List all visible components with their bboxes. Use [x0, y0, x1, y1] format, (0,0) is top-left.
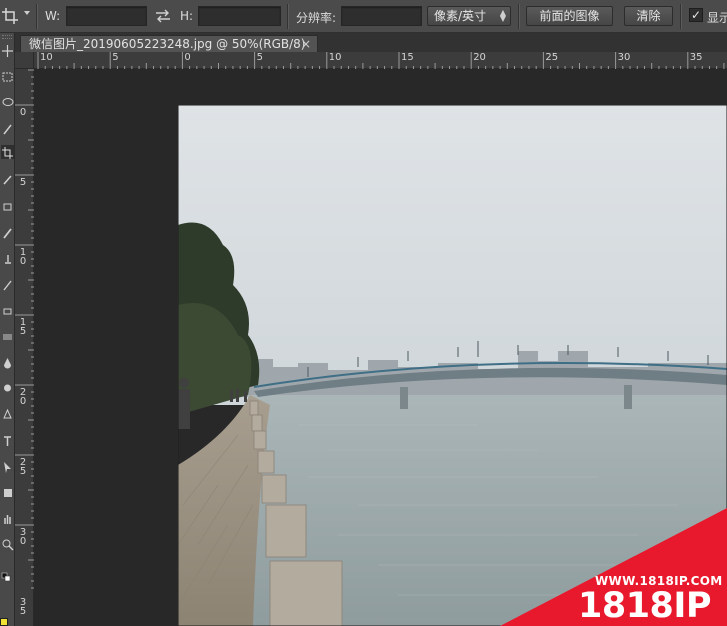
tools-panel — [0, 33, 15, 626]
divider — [36, 4, 37, 29]
show-label: 显示 — [707, 11, 727, 25]
swap-dimensions-icon[interactable] — [154, 8, 172, 24]
ruler-tick-label: 30 — [617, 52, 631, 63]
resolution-unit-value: 像素/英寸 — [434, 9, 487, 23]
horizontal-ruler[interactable]: 10 5 0 5 10 15 20 25 30 35 — [34, 52, 727, 69]
default-colors-icon[interactable] — [1, 571, 14, 585]
ruler-tick-label: 20 — [19, 387, 27, 407]
front-image-button[interactable]: 前面的图像 — [526, 6, 613, 26]
eraser-tool-icon[interactable] — [1, 303, 14, 317]
divider — [518, 4, 519, 29]
width-input[interactable] — [66, 6, 147, 26]
vertical-ruler[interactable]: 0 5 10 15 20 25 30 35 — [15, 69, 34, 626]
hand-tool-icon[interactable] — [1, 511, 14, 525]
zoom-tool-icon[interactable] — [1, 537, 14, 551]
eyedropper-tool-icon[interactable] — [1, 171, 14, 185]
ruler-tick-label: 35 — [689, 52, 703, 63]
clone-stamp-tool-icon[interactable] — [1, 251, 14, 265]
height-input[interactable] — [198, 6, 281, 26]
type-tool-icon[interactable] — [1, 433, 14, 447]
resolution-label: 分辨率: — [296, 11, 337, 25]
ruler-tick-label: 0 — [184, 52, 191, 63]
quick-select-tool-icon[interactable] — [1, 121, 14, 135]
move-tool-icon[interactable] — [1, 43, 14, 57]
lasso-tool-icon[interactable] — [1, 95, 14, 109]
resolution-unit-select[interactable]: 像素/英寸 ▲ ▼ — [427, 6, 511, 26]
foreground-color-swatch[interactable] — [0, 618, 8, 626]
path-select-tool-icon[interactable] — [1, 459, 14, 473]
gradient-tool-icon[interactable] — [1, 329, 14, 343]
divider — [287, 4, 288, 29]
close-tab-icon[interactable]: × — [301, 36, 311, 52]
watermark-brand: 1818IP — [578, 586, 712, 626]
ruler-tick-label: 15 — [401, 52, 414, 63]
crop-tool-icon[interactable] — [1, 145, 14, 159]
tool-preset-dropdown-icon[interactable] — [24, 11, 30, 15]
ruler-origin-corner[interactable] — [15, 52, 34, 69]
width-label: W: — [45, 9, 61, 23]
ruler-tick-label: 10 — [19, 247, 27, 267]
document-tab[interactable]: 微信图片_20190605223248.jpg @ 50%(RGB/8) × — [20, 35, 318, 52]
brush-tool-icon[interactable] — [1, 225, 14, 239]
marquee-tool-icon[interactable] — [1, 69, 14, 83]
panel-grip[interactable] — [2, 35, 12, 39]
history-brush-tool-icon[interactable] — [1, 277, 14, 291]
ruler-tick-label: 30 — [19, 527, 27, 547]
healing-brush-tool-icon[interactable] — [1, 199, 14, 213]
ruler-tick-label: 0 — [19, 107, 27, 118]
ruler-tick-label: 25 — [545, 52, 559, 63]
pen-tool-icon[interactable] — [1, 407, 14, 421]
resolution-input[interactable] — [341, 6, 422, 26]
ruler-tick-label: 10 — [40, 52, 53, 63]
select-arrows-icon: ▲ ▼ — [499, 8, 506, 23]
ruler-tick-label: 20 — [473, 52, 486, 63]
ruler-tick-label: 35 — [19, 597, 27, 617]
ruler-tick-label: 5 — [19, 177, 27, 188]
site-watermark: WWW.1818IP.COM 1818IP — [500, 508, 727, 626]
show-checkbox[interactable]: ✓ — [689, 8, 703, 22]
options-bar: W: H: 分辨率: 像素/英寸 ▲ ▼ 前面的图像 清除 ✓ 显示 — [0, 0, 727, 33]
dodge-tool-icon[interactable] — [1, 381, 14, 395]
clear-button[interactable]: 清除 — [624, 6, 673, 26]
crop-tool-icon[interactable] — [0, 6, 22, 26]
ruler-tick-label: 15 — [19, 317, 27, 337]
shape-tool-icon[interactable] — [1, 485, 14, 499]
document-tab-title: 微信图片_20190605223248.jpg @ 50%(RGB/8) — [29, 37, 306, 51]
ruler-tick-label: 5 — [256, 52, 263, 63]
divider — [680, 4, 681, 29]
ruler-tick-label: 10 — [328, 52, 342, 63]
ruler-tick-label: 5 — [112, 52, 119, 63]
ruler-tick-label: 25 — [19, 457, 27, 477]
height-label: H: — [180, 9, 194, 23]
document-tab-strip: 微信图片_20190605223248.jpg @ 50%(RGB/8) × — [15, 33, 727, 52]
blur-tool-icon[interactable] — [1, 355, 14, 369]
